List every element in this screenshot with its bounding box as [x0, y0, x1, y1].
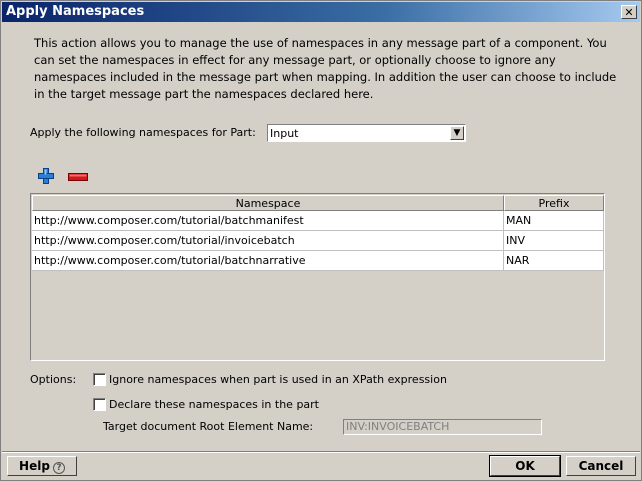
help-icon: ?	[52, 462, 65, 474]
chevron-down-icon[interactable]: ▼	[450, 126, 464, 140]
table-row[interactable]: http://www.composer.com/tutorial/invoice…	[32, 231, 604, 251]
title-bar: Apply Namespaces ✕	[2, 2, 640, 22]
remove-icon[interactable]	[68, 173, 88, 181]
table-row[interactable]: http://www.composer.com/tutorial/batchma…	[32, 211, 604, 231]
add-icon[interactable]	[38, 168, 54, 184]
prefix-cell[interactable]: INV	[504, 231, 604, 251]
ok-button[interactable]: OK	[489, 455, 561, 477]
ignore-namespaces-checkbox[interactable]	[93, 373, 106, 386]
column-header-prefix[interactable]: Prefix	[504, 195, 604, 211]
help-button[interactable]: Help?	[7, 456, 77, 476]
close-icon[interactable]: ✕	[621, 5, 637, 19]
namespace-cell[interactable]: http://www.composer.com/tutorial/batchma…	[32, 211, 504, 231]
target-root-input[interactable]: INV:INVOICEBATCH	[343, 419, 542, 435]
options-label: Options:	[30, 373, 77, 386]
namespace-cell[interactable]: http://www.composer.com/tutorial/batchna…	[32, 251, 504, 271]
apply-namespaces-dialog: Apply Namespaces ✕ This action allows yo…	[0, 0, 642, 481]
table-header: Namespace Prefix	[32, 195, 604, 211]
help-button-label: Help	[19, 459, 50, 473]
description-text: This action allows you to manage the use…	[34, 36, 617, 101]
part-label: Apply the following namespaces for Part:	[30, 126, 256, 139]
prefix-cell[interactable]: MAN	[504, 211, 604, 231]
column-header-namespace[interactable]: Namespace	[32, 195, 504, 211]
part-select[interactable]: Input ▼	[267, 124, 466, 142]
target-root-label: Target document Root Element Name:	[103, 420, 314, 433]
separator	[2, 451, 640, 453]
declare-namespaces-checkbox[interactable]	[93, 398, 106, 411]
prefix-cell[interactable]: NAR	[504, 251, 604, 271]
declare-namespaces-label[interactable]: Declare these namespaces in the part	[109, 398, 319, 411]
window-title: Apply Namespaces	[6, 4, 145, 19]
ignore-namespaces-label[interactable]: Ignore namespaces when part is used in a…	[109, 373, 447, 386]
namespace-table: Namespace Prefix http://www.composer.com…	[30, 193, 605, 361]
part-select-value: Input	[270, 127, 299, 140]
table-row[interactable]: http://www.composer.com/tutorial/batchna…	[32, 251, 604, 271]
namespace-cell[interactable]: http://www.composer.com/tutorial/invoice…	[32, 231, 504, 251]
cancel-button[interactable]: Cancel	[566, 456, 636, 476]
